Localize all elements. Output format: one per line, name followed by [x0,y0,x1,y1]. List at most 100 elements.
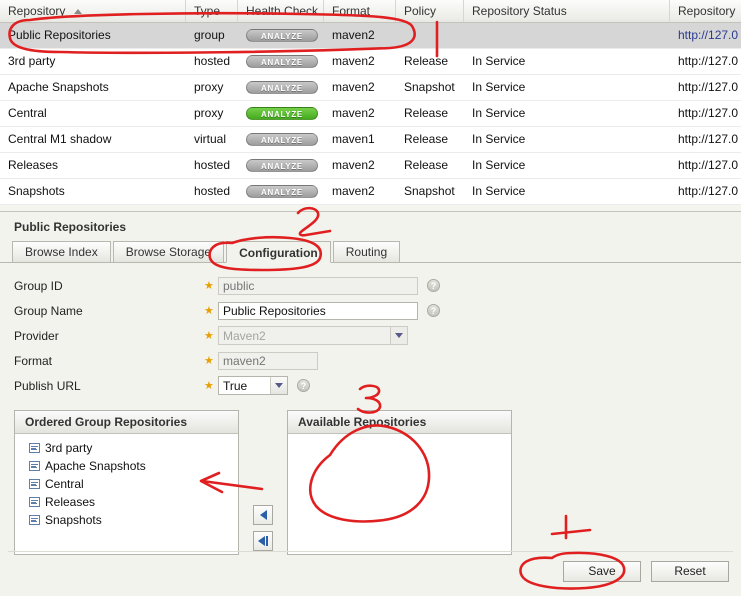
table-row[interactable]: 3rd party hosted ANALYZE maven2 Release In Se… [0,49,741,75]
cell-repository-url[interactable]: http://127.0 [670,23,741,48]
repository-list-icon [29,497,40,507]
column-header-repository-url[interactable]: Repository [670,0,741,22]
select-publish-url[interactable]: True [218,376,288,395]
field-label-text: Provider [14,328,59,343]
table-row[interactable]: Central M1 shadow virtual ANALYZE maven1 Rel… [0,127,741,153]
cell-format: maven2 [332,28,375,42]
form-row: Group ID ★? [14,273,741,298]
input-format [218,351,318,370]
list-item[interactable]: Central [15,475,238,493]
cell-type: hosted [194,54,231,68]
cell-repository-url[interactable]: http://127.0 [670,153,741,178]
table-row[interactable]: Central proxy ANALYZE maven2 Release In Servi… [0,101,741,127]
cell-format: maven1 [332,132,375,146]
chevron-down-icon[interactable] [390,327,407,344]
required-star-icon: ★ [204,355,214,367]
cell-health-check: ANALYZE [238,23,324,48]
repository-grid[interactable]: Repository Type Health Check Format Poli… [0,0,741,205]
configuration-form: Group ID ★? Group Name ★? Provider ★ Maven2 For… [0,263,741,398]
cell-repository-name: Apache Snapshots [8,80,109,94]
available-repositories-list[interactable] [288,434,511,554]
input-group-name[interactable] [218,301,418,320]
field-label-text: Publish URL [14,378,81,393]
move-all-left-button[interactable] [253,531,273,551]
list-item[interactable]: 3rd party [15,439,238,457]
field-label-text: Group ID [14,278,63,293]
cell-repository-status [464,23,670,48]
column-header-format[interactable]: Format [324,0,396,22]
form-row: Publish URL ★ True? [14,373,741,398]
column-header-repository-status[interactable]: Repository Status [464,0,670,22]
detail-panel-title: Public Repositories [14,220,127,234]
cell-repository-status: In Service [472,80,526,94]
list-item-label: Snapshots [45,513,102,527]
table-row[interactable]: Apache Snapshots proxy ANALYZE maven2 Snapsh… [0,75,741,101]
cell-policy: Snapshot [404,184,455,198]
cell-health-check: ANALYZE [238,75,324,100]
table-row[interactable]: Releases hosted ANALYZE maven2 Release In Ser… [0,153,741,179]
reset-button[interactable]: Reset [651,561,729,582]
cell-repository-name: 3rd party [8,54,56,68]
cell-type: hosted [194,158,231,172]
ordered-group-repositories-panel[interactable]: Ordered Group Repositories 3rd party Apac… [14,410,239,555]
list-item[interactable]: Releases [15,493,238,511]
column-header-health-check[interactable]: Health Check [238,0,324,22]
analyze-button[interactable]: ANALYZE [246,107,318,120]
available-repositories-title: Available Repositories [288,411,511,434]
grid-header-row: Repository Type Health Check Format Poli… [0,0,741,23]
cell-repository-status: In Service [472,54,526,68]
detail-tabs: Browse Index Browse Storage Configuration R… [0,240,741,263]
cell-policy: Release [404,54,449,68]
cell-repository-url[interactable]: http://127.0 [670,75,741,100]
analyze-button[interactable]: ANALYZE [246,29,318,42]
cell-repository-url[interactable]: http://127.0 [670,127,741,152]
cell-repository-name: Releases [8,158,59,172]
cell-format: maven2 [332,184,375,198]
tab-routing[interactable]: Routing [332,241,401,262]
select-value: Maven2 [223,328,266,343]
cell-format: maven2 [332,106,375,120]
list-item[interactable]: Apache Snapshots [15,457,238,475]
field-label-text: Group Name [14,303,83,318]
help-icon[interactable]: ? [427,279,440,292]
field-label-text: Format [14,353,53,368]
footer-divider [8,551,733,552]
column-header-type[interactable]: Type [186,0,238,22]
analyze-button[interactable]: ANALYZE [246,133,318,146]
select-provider: Maven2 [218,326,408,345]
cell-policy: Release [404,132,449,146]
column-header-policy[interactable]: Policy [396,0,464,22]
help-icon[interactable]: ? [427,304,440,317]
repository-list-icon [29,479,40,489]
repository-list-icon [29,443,40,453]
tab-configuration[interactable]: Configuration [226,241,331,263]
analyze-button[interactable]: ANALYZE [246,185,318,198]
available-repositories-panel[interactable]: Available Repositories [287,410,512,555]
table-row[interactable]: Public Repositories group ANALYZE maven2 htt… [0,23,741,49]
cell-repository-name: Central [8,106,47,120]
cell-type: proxy [194,80,224,94]
move-left-button[interactable] [253,505,273,525]
analyze-button[interactable]: ANALYZE [246,159,318,172]
column-header-repository[interactable]: Repository [0,0,186,22]
analyze-button[interactable]: ANALYZE [246,81,318,94]
list-item-label: Central [45,477,84,491]
ordered-group-repositories-list[interactable]: 3rd party Apache Snapshots Central Releases… [15,434,238,554]
save-button[interactable]: Save [563,561,641,582]
cell-format: maven2 [332,54,375,68]
cell-repository-url[interactable]: http://127.0 [670,179,741,204]
list-item-label: Releases [45,495,96,509]
analyze-button[interactable]: ANALYZE [246,55,318,68]
tab-browse-index[interactable]: Browse Index [12,241,111,262]
cell-policy [396,23,464,48]
cell-repository-url[interactable]: http://127.0 [670,49,741,74]
bar-icon [266,536,268,546]
form-row: Provider ★ Maven2 [14,323,741,348]
table-row[interactable]: Snapshots hosted ANALYZE maven2 Snapshot In S… [0,179,741,205]
list-item-label: Apache Snapshots [45,459,146,473]
help-icon[interactable]: ? [297,379,310,392]
cell-repository-url[interactable]: http://127.0 [670,101,741,126]
tab-browse-storage[interactable]: Browse Storage [112,241,225,262]
chevron-down-icon[interactable] [270,377,287,394]
list-item[interactable]: Snapshots [15,511,238,529]
